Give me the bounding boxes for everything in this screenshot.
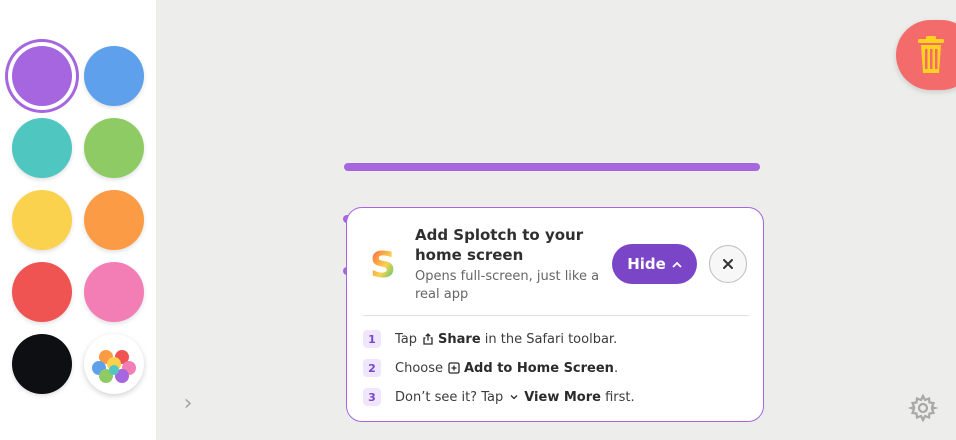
install-step-1: 1 Tap Share in the Safari toolbar. xyxy=(363,329,617,349)
hide-button[interactable]: Hide xyxy=(612,244,697,284)
close-button[interactable] xyxy=(709,245,747,283)
chevron-down-icon xyxy=(510,395,518,400)
swatch-teal[interactable] xyxy=(12,118,72,178)
swatch-pink[interactable] xyxy=(84,262,144,322)
step-prefix: Don’t see it? Tap xyxy=(395,389,504,405)
swatch-orange[interactable] xyxy=(84,190,144,250)
swatch-more-colors[interactable] xyxy=(84,334,144,394)
step-prefix: Tap xyxy=(395,331,418,347)
trash-button[interactable] xyxy=(896,20,956,90)
step-number: 3 xyxy=(363,388,381,406)
step-action: View More xyxy=(524,389,601,405)
install-step-2: 2 Choose Add to Home Screen . xyxy=(363,358,618,378)
expand-chevron-icon[interactable]: › xyxy=(178,393,198,415)
swatch-blue[interactable] xyxy=(84,46,144,106)
color-hexagons-icon xyxy=(92,350,136,383)
chevron-up-icon xyxy=(672,261,682,268)
trash-icon xyxy=(918,36,944,73)
step-suffix: in the Safari toolbar. xyxy=(484,331,618,347)
swatch-purple[interactable] xyxy=(12,46,72,106)
drawn-stroke xyxy=(344,163,760,171)
step-action: Add to Home Screen xyxy=(464,360,614,376)
hide-button-label: Hide xyxy=(627,255,666,273)
add-square-icon xyxy=(448,362,460,374)
install-prompt-subtitle: Opens full-screen, just like a real app xyxy=(415,269,600,302)
step-prefix: Choose xyxy=(395,360,443,376)
step-suffix: first. xyxy=(605,389,635,405)
close-icon xyxy=(723,259,733,269)
svg-text:S: S xyxy=(370,245,396,284)
install-prompt-card: S Add Splotch to your home screen Opens … xyxy=(346,207,764,422)
divider xyxy=(363,315,749,316)
color-palette xyxy=(0,0,156,440)
share-icon xyxy=(423,333,433,345)
swatch-yellow[interactable] xyxy=(12,190,72,250)
splotch-app-icon: S xyxy=(370,245,396,284)
step-number: 2 xyxy=(363,359,381,377)
swatch-red[interactable] xyxy=(12,262,72,322)
install-prompt-title: Add Splotch to your home screen xyxy=(415,226,584,264)
step-suffix: . xyxy=(613,360,619,376)
step-action: Share xyxy=(438,331,481,347)
swatch-green[interactable] xyxy=(84,118,144,178)
gear-icon[interactable] xyxy=(908,393,938,423)
step-number: 1 xyxy=(363,330,381,348)
swatch-black[interactable] xyxy=(12,334,72,394)
install-step-3: 3 Don’t see it? Tap View More first. xyxy=(363,387,635,407)
